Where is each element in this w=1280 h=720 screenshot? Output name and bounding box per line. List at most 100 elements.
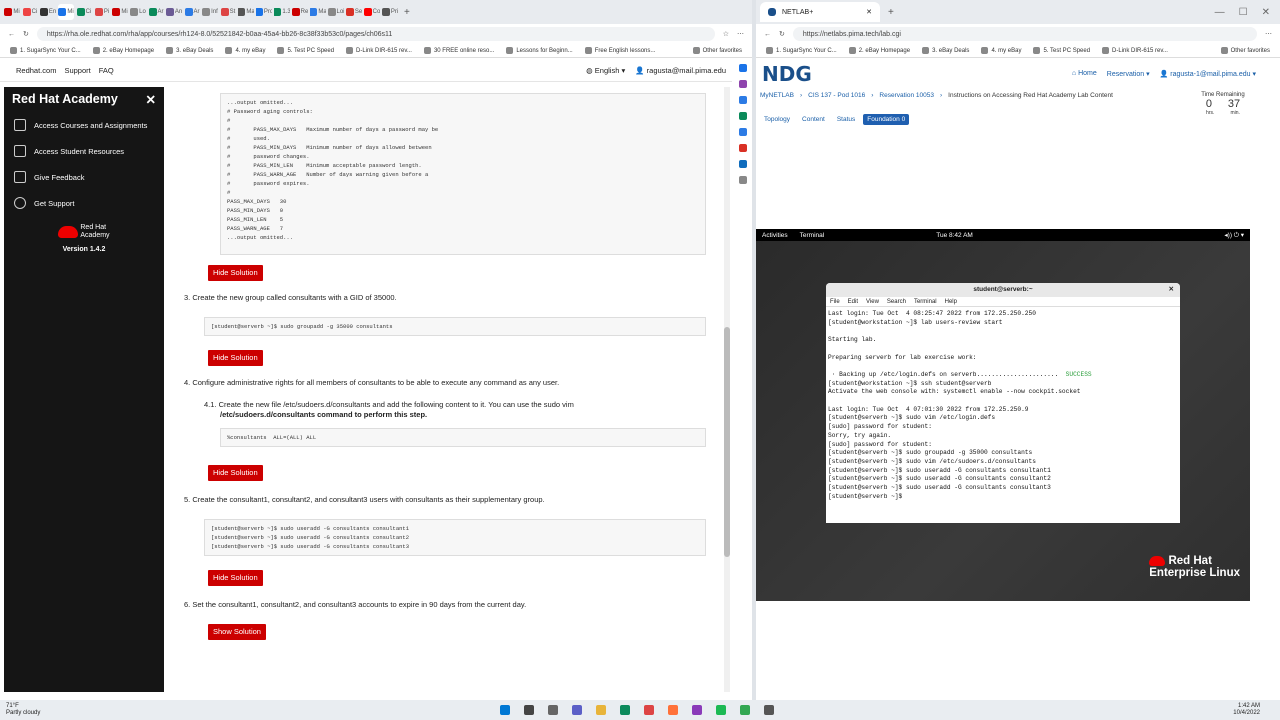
extension-icon[interactable]	[739, 96, 747, 104]
extension-icon[interactable]	[739, 112, 747, 120]
terminal-app-menu[interactable]: Terminal	[800, 232, 825, 239]
extension-icon[interactable]	[739, 128, 747, 136]
browser-tab[interactable]: St	[220, 4, 236, 20]
terminal-output[interactable]: Last login: Tue Oct 4 08:25:47 2022 from…	[826, 307, 1180, 501]
add-icon[interactable]	[739, 176, 747, 184]
bookmark-item[interactable]: 3. eBay Deals	[166, 47, 213, 54]
bookmark-item[interactable]: Lessons for Beginn...	[506, 47, 573, 54]
menu-edit[interactable]: Edit	[848, 299, 858, 305]
menu-file[interactable]: File	[830, 299, 840, 305]
bookmark-item[interactable]: Free English lessons...	[584, 47, 655, 54]
bookmark-item[interactable]: 4. my eBay	[225, 47, 265, 54]
maximize-icon[interactable]: ☐	[1239, 7, 1248, 18]
language-select[interactable]: ◍ English ▾	[586, 66, 625, 75]
browser-tab[interactable]: Lo	[130, 4, 146, 20]
back-icon[interactable]: ←	[764, 31, 771, 38]
browser-tab[interactable]: Mi	[58, 4, 74, 20]
activities-button[interactable]: Activities	[762, 232, 788, 239]
outlook-icon[interactable]	[739, 160, 747, 168]
right-url-field[interactable]: https://netlabs.pima.tech/lab.cgi	[792, 27, 1257, 41]
app-icon[interactable]	[740, 705, 750, 715]
browser-tab[interactable]: Co	[364, 4, 380, 20]
tab-content[interactable]: Content	[798, 114, 829, 125]
breadcrumb-item[interactable]: Reservation 10053	[879, 92, 934, 99]
bookmark-item[interactable]: 4. my eBay	[981, 47, 1021, 54]
menu-help[interactable]: Help	[945, 299, 957, 305]
office-icon[interactable]	[739, 144, 747, 152]
browser-tab[interactable]: En	[40, 4, 56, 20]
bookmark-item[interactable]: 2. eBay Homepage	[848, 47, 910, 54]
chat-icon[interactable]	[572, 705, 582, 715]
terminal-close-icon[interactable]: ✕	[1169, 283, 1174, 297]
browser-tab[interactable]: Ar	[148, 4, 164, 20]
sidebar-item-courses[interactable]: Access Courses and Assignments	[4, 112, 164, 138]
menu-search[interactable]: Search	[887, 299, 906, 305]
window-close-icon[interactable]: ✕	[1262, 7, 1270, 18]
browser-tab[interactable]: Inf	[202, 4, 218, 20]
settings-icon[interactable]: ⋯	[737, 30, 744, 38]
search-icon[interactable]	[524, 705, 534, 715]
minimize-icon[interactable]: —	[1215, 7, 1225, 18]
browser-tab[interactable]: Re	[292, 4, 308, 20]
bookmark-item[interactable]: 1. SugarSync Your C...	[10, 47, 81, 54]
browser-tab[interactable]: Ci	[76, 4, 92, 20]
breadcrumb-item[interactable]: MyNETLAB	[760, 92, 794, 99]
bookmark-item[interactable]: Other favorites	[692, 47, 742, 54]
hide-solution-button[interactable]: Hide Solution	[208, 465, 263, 481]
content-scrollbar[interactable]	[724, 87, 730, 692]
show-solution-button[interactable]: Show Solution	[208, 624, 266, 640]
left-url-field[interactable]: https://rha.ole.redhat.com/rha/app/cours…	[36, 27, 715, 41]
tab-foundation-0[interactable]: Foundation 0	[863, 114, 910, 125]
browser-tab[interactable]: Ma	[238, 4, 254, 20]
browser-tab[interactable]: 1.3	[274, 4, 290, 20]
sidebar-item-resources[interactable]: Access Student Resources	[4, 138, 164, 164]
tab-netlab[interactable]: NETLAB+ ✕	[760, 2, 880, 22]
close-icon[interactable]: ✕	[146, 92, 156, 107]
nav-redhat-link[interactable]: Redhat.com	[16, 66, 56, 75]
browser-tab[interactable]: Mi	[112, 4, 128, 20]
hide-solution-button[interactable]: Hide Solution	[208, 350, 263, 366]
start-icon[interactable]	[500, 705, 510, 715]
app-icon[interactable]	[692, 705, 702, 715]
tab-topology[interactable]: Topology	[760, 114, 794, 125]
browser-tab[interactable]: Ar	[184, 4, 200, 20]
nav-faq-link[interactable]: FAQ	[99, 66, 114, 75]
scrollbar-thumb[interactable]	[724, 327, 730, 557]
browser-tab[interactable]: Se	[346, 4, 362, 20]
browser-tab[interactable]: Mi	[4, 4, 20, 20]
home-link[interactable]: ⌂ Home	[1072, 70, 1097, 78]
browser-tab[interactable]: Ma	[310, 4, 326, 20]
bookmark-item[interactable]: 2. eBay Homepage	[92, 47, 154, 54]
bookmark-item[interactable]: Other favorites	[1220, 47, 1270, 54]
user-menu[interactable]: 👤 ragusta@mail.pima.edu	[635, 66, 726, 75]
hide-solution-button[interactable]: Hide Solution	[208, 570, 263, 586]
reload-icon[interactable]: ↻	[779, 30, 785, 38]
back-icon[interactable]: ←	[8, 31, 15, 38]
app-icon[interactable]	[764, 705, 774, 715]
tab-close-icon[interactable]: ✕	[866, 8, 872, 16]
firefox-icon[interactable]	[668, 705, 678, 715]
menu-terminal[interactable]: Terminal	[914, 299, 937, 305]
sidebar-item-support[interactable]: Get Support	[4, 190, 164, 216]
new-tab-icon[interactable]: +	[404, 7, 410, 18]
edge-icon[interactable]	[620, 705, 630, 715]
file-explorer-icon[interactable]	[596, 705, 606, 715]
browser-tab[interactable]: Pri	[382, 4, 398, 20]
bookmark-item[interactable]: D-Link DIR-615 rev...	[1102, 47, 1168, 54]
terminal-window[interactable]: student@serverb:~ ✕ File Edit View Search…	[826, 283, 1180, 523]
bookmark-item[interactable]: 5. Test PC Speed	[1033, 47, 1090, 54]
menu-view[interactable]: View	[866, 299, 879, 305]
bookmark-item[interactable]: 30 FREE online reso...	[423, 47, 494, 54]
reload-icon[interactable]: ↻	[23, 30, 29, 38]
bookmark-item[interactable]: 1. SugarSync Your C...	[766, 47, 837, 54]
browser-tab[interactable]: Pi	[94, 4, 110, 20]
browser-tab[interactable]: An	[166, 4, 182, 20]
taskbar-clock[interactable]: 1:42 AM 10/4/2022	[1233, 703, 1280, 717]
extension-icon[interactable]	[739, 80, 747, 88]
browser-tab[interactable]: Loi	[328, 4, 344, 20]
reservation-menu[interactable]: Reservation ▾	[1107, 70, 1150, 78]
system-tray-icon[interactable]: ◂)) ⏻ ▾	[1224, 231, 1244, 240]
code-block-useradd[interactable]: [student@serverb ~]$ sudo useradd -G con…	[204, 519, 706, 556]
hide-solution-button[interactable]: Hide Solution	[208, 265, 263, 281]
browser-tab[interactable]: Pro	[256, 4, 272, 20]
